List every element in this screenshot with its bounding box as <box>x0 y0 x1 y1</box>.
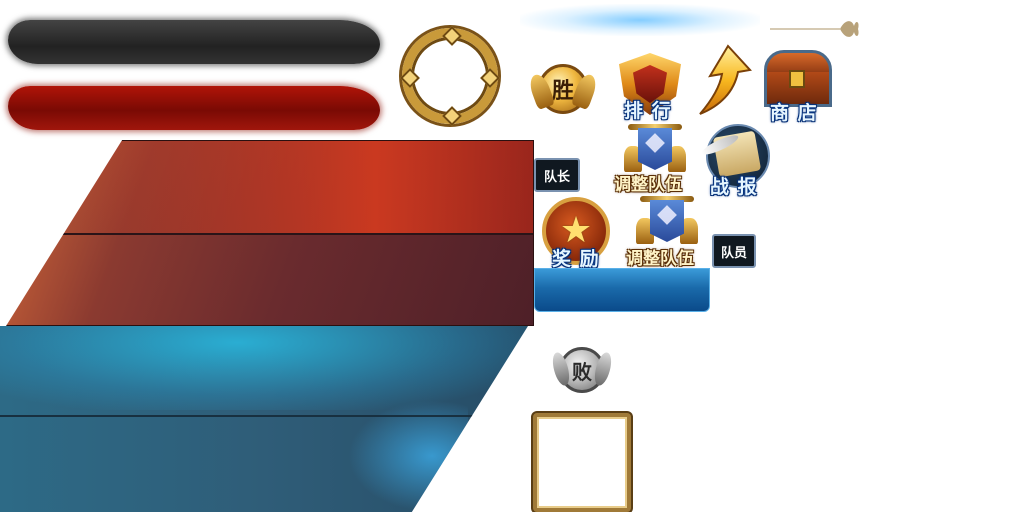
arrow-up-icon[interactable] <box>694 44 752 116</box>
blue-panel-glow <box>0 326 528 410</box>
gold-ring-frame <box>400 26 500 126</box>
blue-panel-divider <box>0 415 528 418</box>
dark-brush-stroke <box>8 20 380 64</box>
reward-label: 奖 励 <box>552 248 600 270</box>
ring-pin-right <box>480 68 500 88</box>
filigree-ornament-icon <box>770 21 859 37</box>
ring-pin-top <box>442 26 462 46</box>
member-tag: 队员 <box>712 234 756 268</box>
gold-square-frame <box>533 413 631 512</box>
red-parallelogram-panel <box>6 140 534 326</box>
ring-pin-left <box>400 68 420 88</box>
red-panel-divider <box>7 233 533 235</box>
red-panel-glow <box>7 141 533 233</box>
shop-label: 商 店 <box>770 102 818 124</box>
adjust-team-label-2: 调整队伍 <box>626 249 694 269</box>
win-char: 胜 <box>551 79 574 104</box>
team-banner-icon[interactable] <box>624 118 686 178</box>
captain-tag: 队长 <box>534 158 580 192</box>
ring-pin-bottom <box>442 106 462 126</box>
blue-parallelogram-panel <box>0 326 528 512</box>
lose-char: 败 <box>572 359 592 384</box>
blue-bar-button[interactable] <box>534 268 710 312</box>
light-streak <box>520 4 760 36</box>
win-medal-icon: 胜 <box>526 60 600 118</box>
chest-lock <box>789 70 805 88</box>
team-banner-icon-2[interactable] <box>636 190 698 250</box>
red-brush-stroke <box>8 86 380 130</box>
battle-report-label: 战 报 <box>710 176 758 198</box>
lose-medal-icon: 败 <box>549 338 615 402</box>
